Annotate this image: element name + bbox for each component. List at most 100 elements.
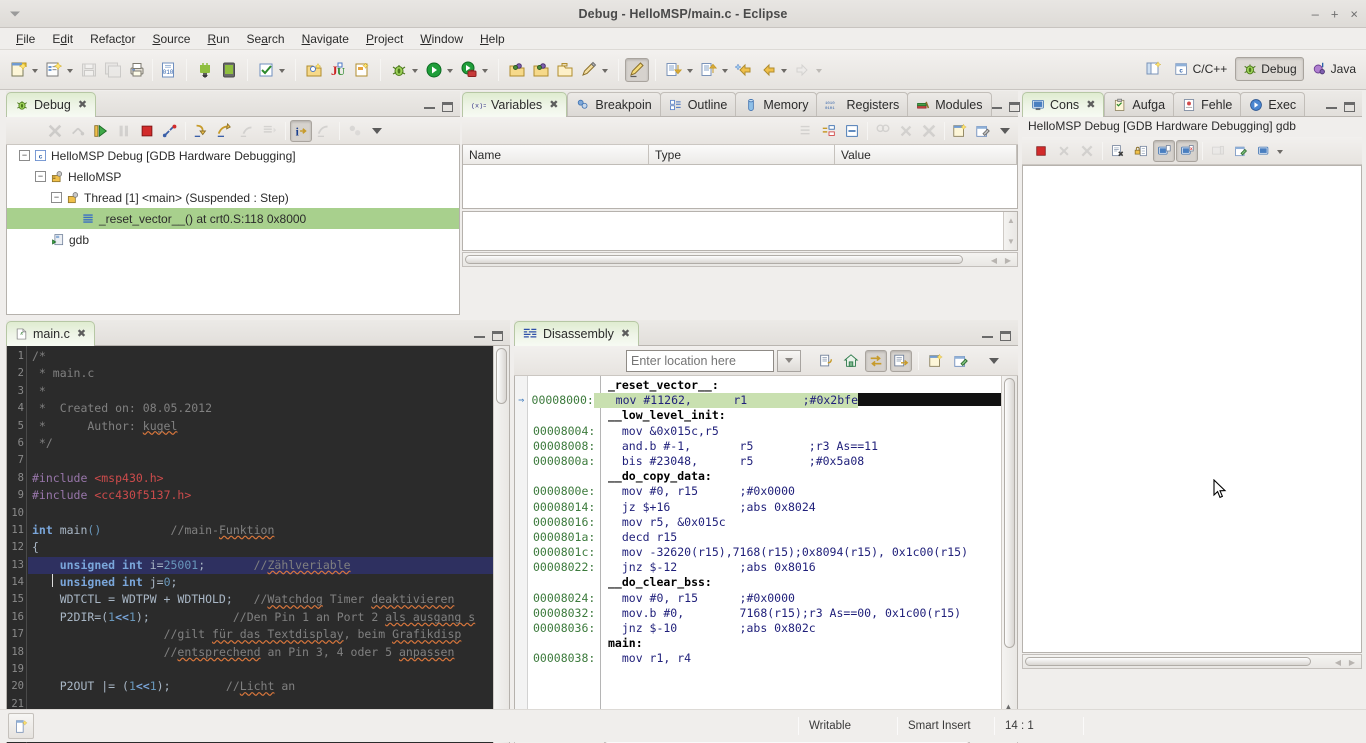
disassembly-instruction-row[interactable]: 00008014: jz $+16 ;abs 0x8024 — [515, 500, 1001, 515]
maximize-view-icon[interactable] — [442, 102, 453, 112]
close-icon[interactable]: ✖ — [78, 98, 87, 111]
disassembly-instruction-row[interactable]: 0000801a: decd r15 — [515, 530, 1001, 545]
code-line[interactable]: */ — [28, 435, 493, 452]
tree-row-process[interactable]: − HelloMSP — [7, 166, 459, 187]
disassembly-instruction-row[interactable]: 00008036: jnz $-10 ;abs 0x802c — [515, 621, 1001, 636]
code-line[interactable]: { — [28, 539, 493, 556]
code-line[interactable]: unsigned int j=0; — [28, 574, 493, 591]
scroll-up-arrow-icon[interactable]: ▲ — [1007, 216, 1015, 225]
scrollbar-thumb[interactable] — [1025, 657, 1311, 666]
menu-project[interactable]: Project — [358, 30, 411, 48]
step-over-icon[interactable] — [213, 120, 235, 142]
menu-source[interactable]: Source — [144, 30, 198, 48]
view-menu-icon[interactable] — [372, 127, 382, 134]
scroll-down-arrow-icon[interactable]: ▼ — [1007, 237, 1015, 246]
tab-breakpoints[interactable]: Breakpoin — [567, 92, 661, 116]
disassembly-instruction-row[interactable]: ⇒ 00008000: mov #11262, r1 ;#0x2bfe — [515, 393, 1001, 409]
tab-modules[interactable]: Modules — [907, 92, 992, 116]
disassembly-label-row[interactable]: __do_copy_data: — [515, 469, 1001, 484]
code-line[interactable]: * main.c — [28, 365, 493, 382]
step-into-icon[interactable] — [190, 120, 212, 142]
disassembly-instruction-row[interactable]: 00008008: and.b #-1, r5 ;r3 As==11 — [515, 439, 1001, 454]
mark-occurrences-dropdown-arrow-icon[interactable] — [279, 68, 285, 73]
tab-disassembly[interactable]: Disassembly ✖ — [514, 321, 640, 346]
menu-window[interactable]: Window — [412, 30, 471, 48]
view-menu-icon[interactable] — [1000, 127, 1010, 134]
disassembly-instruction-row[interactable]: 0000801c: mov -32620(r15),7168(r15);0x80… — [515, 545, 1001, 560]
code-line[interactable] — [28, 505, 493, 522]
display-selected-console-icon[interactable] — [1253, 140, 1275, 162]
disassembly-instruction-row[interactable]: 00008004: mov &0x015c,r5 — [515, 424, 1001, 439]
menu-help[interactable]: Help — [472, 30, 513, 48]
new-console-view-icon[interactable] — [1230, 140, 1252, 162]
column-header-type[interactable]: Type — [649, 145, 835, 164]
editor-vertical-scrollbar[interactable]: ▲ ▼ — [493, 346, 509, 743]
code-line[interactable]: WDTCTL = WDTPW + WDTHOLD; //Watchdog Tim… — [28, 591, 493, 608]
close-icon[interactable]: ✖ — [621, 327, 630, 340]
last-edit-location-dropdown-arrow-icon[interactable] — [602, 68, 608, 73]
code-editor[interactable]: 12345678910111213141516171819202122 /* *… — [6, 346, 510, 743]
code-text[interactable]: /* * main.c * * Created on: 08.05.2012 *… — [28, 346, 493, 743]
close-icon[interactable]: ✖ — [77, 327, 86, 340]
variables-detail-pane[interactable]: ▲ ▼ — [462, 211, 1018, 251]
maximize-view-icon[interactable] — [1344, 102, 1355, 112]
expander-icon[interactable]: − — [51, 192, 62, 203]
scrollbar-thumb[interactable] — [496, 348, 507, 404]
show-type-names-icon[interactable] — [818, 120, 840, 142]
scroll-right-arrow-icon[interactable]: ▶ — [1349, 658, 1355, 667]
pin-icon[interactable] — [950, 350, 972, 372]
disassembly-instruction-row[interactable]: 00008038: mov r1, r4 — [515, 651, 1001, 666]
disassembly-label-row[interactable]: _reset_vector__: — [515, 378, 1001, 393]
code-line[interactable]: /* — [28, 348, 493, 365]
tab-executables[interactable]: Exec — [1240, 92, 1306, 116]
edit-watch-icon[interactable] — [972, 120, 994, 142]
android-avd-manager-icon[interactable] — [217, 58, 241, 82]
disassembly-instruction-row[interactable]: 00008016: mov r5, &0x015c — [515, 515, 1001, 530]
tab-problems[interactable]: Fehle — [1173, 92, 1242, 116]
disassembly-vertical-scrollbar[interactable]: ▲ ▼ — [1001, 376, 1017, 736]
scroll-left-arrow-icon[interactable]: ◀ — [991, 256, 997, 265]
maximize-view-icon[interactable] — [492, 331, 503, 341]
close-icon[interactable]: ✖ — [1086, 98, 1095, 111]
debug-tree[interactable]: − c HelloMSP Debug [GDB Hardware Debuggi… — [6, 145, 460, 315]
editor-trim-icon[interactable] — [8, 713, 34, 739]
open-folder-icon[interactable] — [553, 58, 577, 82]
external-tools-icon[interactable] — [457, 58, 481, 82]
tree-row-gdb[interactable]: gdb — [7, 229, 459, 250]
build-binary-icon[interactable]: 010 — [156, 58, 180, 82]
tree-row-stackframe[interactable]: _reset_vector__() at crt0.S:118 0x8000 — [7, 208, 459, 229]
new-c-project-icon[interactable] — [42, 58, 66, 82]
close-icon[interactable]: ✖ — [549, 98, 558, 111]
show-console-on-error-icon[interactable]: x — [1176, 139, 1198, 162]
toggle-highlight-icon[interactable] — [625, 57, 649, 82]
print-icon[interactable] — [125, 58, 149, 82]
code-line[interactable]: unsigned int i=25001; //Zählveriable — [28, 556, 493, 575]
menu-navigate[interactable]: Navigate — [294, 30, 357, 48]
new-detail-pane-icon[interactable] — [949, 120, 971, 142]
terminate-icon[interactable] — [136, 120, 158, 142]
disconnect2-icon[interactable] — [159, 120, 181, 142]
back-dropdown-arrow-icon[interactable] — [781, 68, 787, 73]
disassembly-label-row[interactable]: __low_level_init: — [515, 408, 1001, 423]
minimize-button[interactable]: – — [1312, 7, 1319, 20]
run-dropdown-arrow-icon[interactable] — [447, 68, 453, 73]
back-icon[interactable] — [756, 58, 780, 82]
new-wizard-icon[interactable] — [7, 58, 31, 82]
last-edit-location-icon[interactable] — [577, 58, 601, 82]
scroll-left-arrow-icon[interactable]: ◀ — [1335, 658, 1341, 667]
clear-console-icon[interactable] — [1107, 140, 1129, 162]
code-line[interactable]: * — [28, 383, 493, 400]
perspective-debug[interactable]: Debug — [1235, 57, 1304, 81]
open-declaration-icon[interactable] — [505, 58, 529, 82]
scrollbar-thumb[interactable] — [465, 255, 963, 264]
detail-vertical-scrollbar[interactable]: ▲ ▼ — [1003, 212, 1017, 250]
minimize-view-icon[interactable] — [424, 106, 435, 109]
perspective-c-cpp[interactable]: c C/C++ — [1168, 58, 1234, 80]
code-line[interactable]: int main() //main-Funktion — [28, 522, 493, 539]
home-icon[interactable] — [840, 350, 862, 372]
tree-row-thread[interactable]: − Thread [1] <main> (Suspended : Step) — [7, 187, 459, 208]
minimize-view-icon[interactable] — [982, 335, 993, 338]
menu-search[interactable]: Search — [239, 30, 293, 48]
expander-icon[interactable]: − — [35, 171, 46, 182]
disassembly-instruction-row[interactable]: 0000800a: bis #23048, r5 ;#0x5a08 — [515, 454, 1001, 469]
